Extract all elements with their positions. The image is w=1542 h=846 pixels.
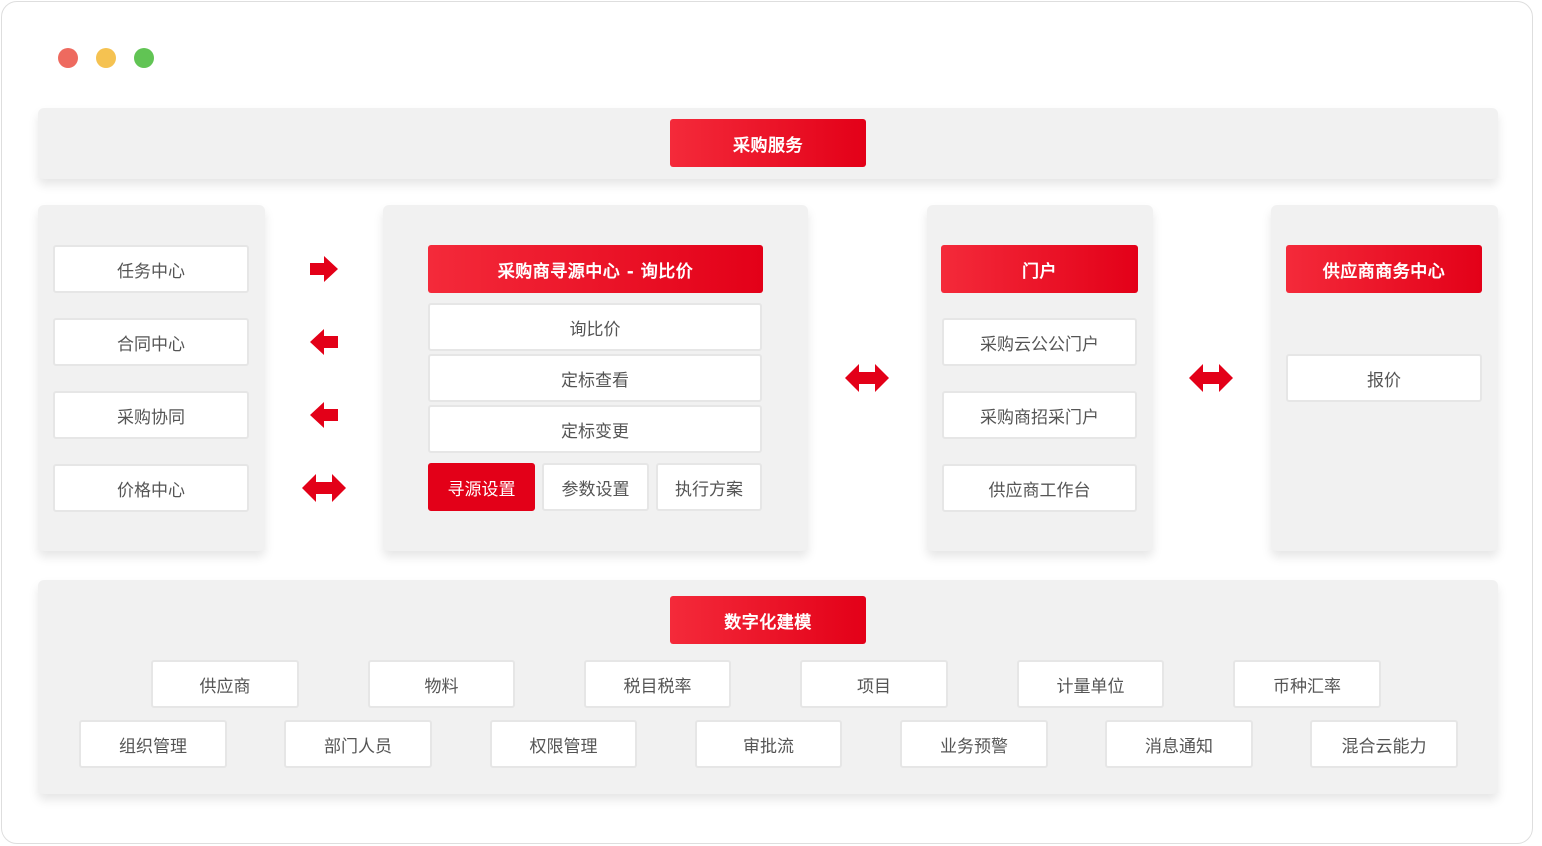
award-change-box[interactable]: 定标变更 xyxy=(428,405,762,453)
procurement-collab-box[interactable]: 采购协同 xyxy=(53,391,249,439)
supplier-workbench-box[interactable]: 供应商工作台 xyxy=(942,464,1137,512)
arrow-both-icon xyxy=(845,364,889,392)
business-alert-box[interactable]: 业务预警 xyxy=(900,720,1048,768)
maximize-window-button[interactable] xyxy=(134,48,154,68)
arrow-left-icon xyxy=(310,402,338,428)
sourcing-settings-button[interactable]: 寻源设置 xyxy=(428,463,535,511)
procurement-service-header: 采购服务 xyxy=(670,119,866,167)
department-staff-box[interactable]: 部门人员 xyxy=(284,720,432,768)
arrow-both-icon xyxy=(302,474,346,502)
supplier-model-box[interactable]: 供应商 xyxy=(151,660,299,708)
currency-rate-box[interactable]: 币种汇率 xyxy=(1233,660,1381,708)
message-notify-box[interactable]: 消息通知 xyxy=(1105,720,1253,768)
quotation-box[interactable]: 报价 xyxy=(1286,354,1482,402)
parameter-settings-button[interactable]: 参数设置 xyxy=(542,463,649,511)
inquiry-comparison-box[interactable]: 询比价 xyxy=(428,303,762,351)
price-center-box[interactable]: 价格中心 xyxy=(53,464,249,512)
close-window-button[interactable] xyxy=(58,48,78,68)
execution-plan-button[interactable]: 执行方案 xyxy=(656,463,762,511)
org-management-box[interactable]: 组织管理 xyxy=(79,720,227,768)
task-center-box[interactable]: 任务中心 xyxy=(53,245,249,293)
hybrid-cloud-box[interactable]: 混合云能力 xyxy=(1310,720,1458,768)
arrow-right-icon xyxy=(310,256,338,282)
portal-header: 门户 xyxy=(941,245,1138,293)
sourcing-center-header: 采购商寻源中心 - 询比价 xyxy=(428,245,763,293)
material-box[interactable]: 物料 xyxy=(368,660,515,708)
contract-center-box[interactable]: 合同中心 xyxy=(53,318,249,366)
award-view-box[interactable]: 定标查看 xyxy=(428,354,762,402)
unit-of-measure-box[interactable]: 计量单位 xyxy=(1017,660,1164,708)
supplier-center-header: 供应商商务中心 xyxy=(1286,245,1482,293)
digital-modeling-header: 数字化建模 xyxy=(670,596,866,644)
buyer-tender-portal-box[interactable]: 采购商招采门户 xyxy=(942,391,1137,439)
project-box[interactable]: 项目 xyxy=(800,660,948,708)
arrow-both-icon xyxy=(1189,364,1233,392)
public-portal-box[interactable]: 采购云公公门户 xyxy=(942,318,1137,366)
minimize-window-button[interactable] xyxy=(96,48,116,68)
tax-rate-box[interactable]: 税目税率 xyxy=(584,660,731,708)
permission-management-box[interactable]: 权限管理 xyxy=(490,720,637,768)
arrow-left-icon xyxy=(310,329,338,355)
approval-flow-box[interactable]: 审批流 xyxy=(695,720,842,768)
